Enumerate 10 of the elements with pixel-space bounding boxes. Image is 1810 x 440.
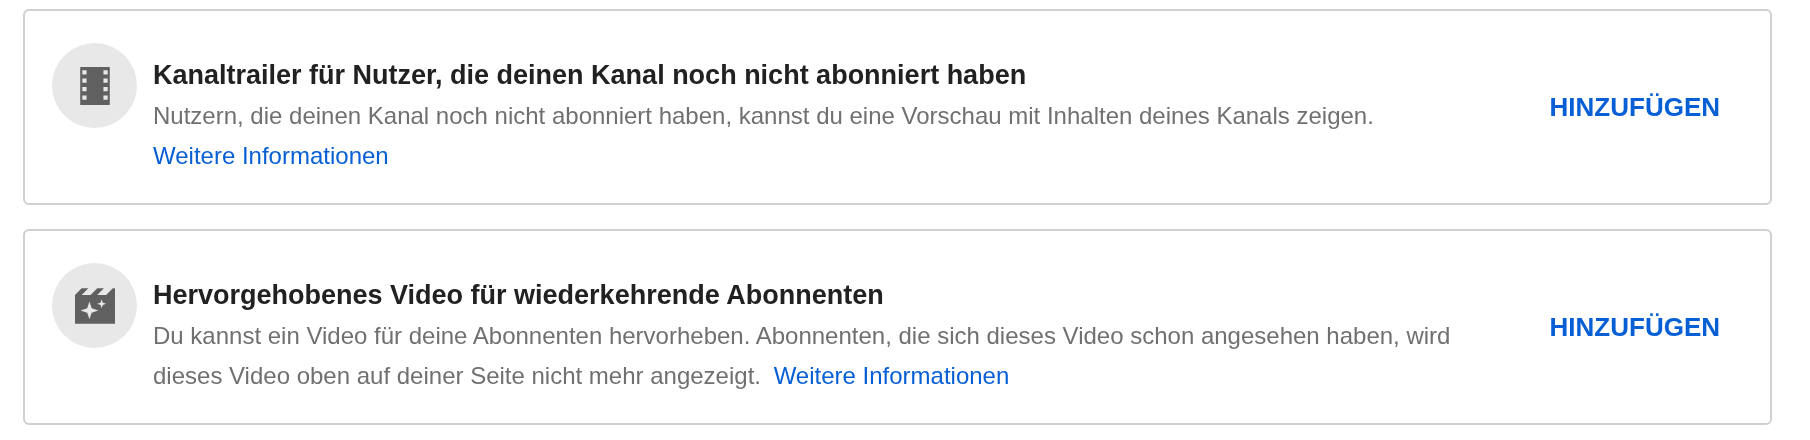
card-description: Du kannst ein Video für deine Abonnenten hervorheben. Abonnenten, die sich dieses Video schon angesehen haben, wird dieses Video oben auf deiner Seite nicht mehr angezeigt. Weitere Informationen xyxy=(153,321,1452,391)
clapperboard-icon xyxy=(74,287,115,324)
learn-more-link[interactable]: Weitere Informationen xyxy=(773,362,1010,389)
card-description: Nutzern, die deinen Kanal noch nicht abonniert haben, kannst du eine Vorschau mit Inhalten deines Kanals zeigen. Weitere Informationen xyxy=(153,101,1375,171)
film-icon xyxy=(79,66,110,105)
card-title: Kanaltrailer für Nutzer, die deinen Kanal noch nicht abonniert haben xyxy=(153,59,1028,92)
learn-more-link[interactable]: Weitere Informationen xyxy=(153,142,389,169)
add-button[interactable]: HINZUFÜGEN xyxy=(1543,301,1726,353)
add-button[interactable]: HINZUFÜGEN xyxy=(1543,81,1726,133)
card-title: Hervorgehobenes Video für wiederkehrende Abonnenten xyxy=(153,279,885,312)
